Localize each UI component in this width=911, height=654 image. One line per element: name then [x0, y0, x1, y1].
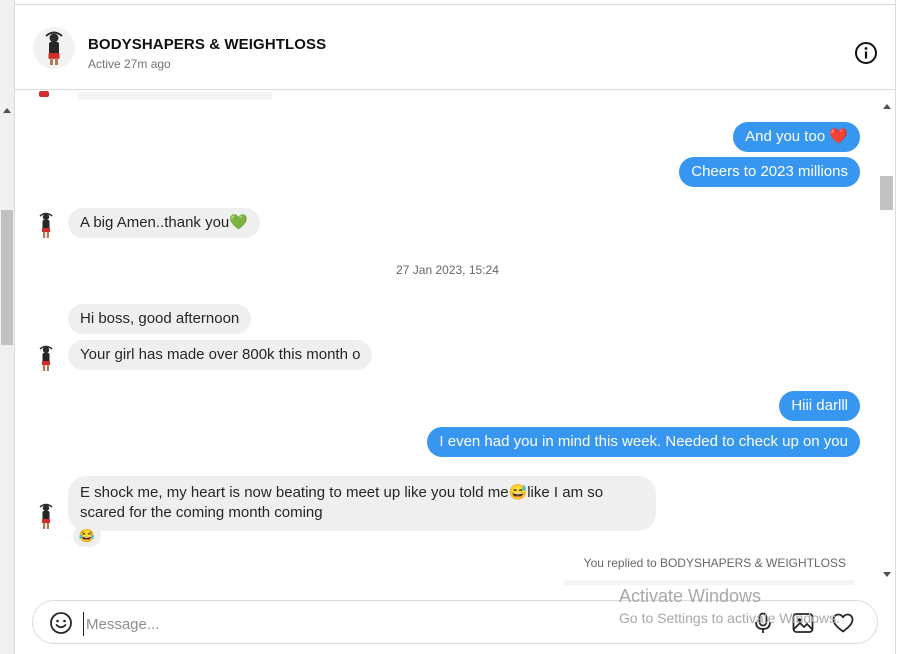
- info-icon[interactable]: [854, 41, 878, 65]
- sender-avatar[interactable]: [32, 344, 60, 372]
- reaction-badge[interactable]: 😂: [73, 525, 101, 547]
- active-status: Active 27m ago: [88, 57, 171, 71]
- message-bubble-outgoing[interactable]: I even had you in mind this week. Needed…: [427, 427, 860, 457]
- message-input[interactable]: [83, 612, 688, 636]
- partial-reply-bubble: [563, 580, 855, 585]
- message-bubble-outgoing[interactable]: And you too ❤️: [733, 122, 860, 152]
- right-window-edge: [895, 0, 911, 654]
- scroll-down-arrow-icon[interactable]: [883, 572, 891, 577]
- message-bubble-incoming[interactable]: A big Amen..thank you💚: [68, 208, 260, 238]
- heart-icon[interactable]: [831, 611, 855, 635]
- message-bubble-outgoing[interactable]: Cheers to 2023 millions: [679, 157, 860, 187]
- contact-name[interactable]: BODYSHAPERS & WEIGHTLOSS: [88, 36, 326, 53]
- message-bubble-incoming[interactable]: Your girl has made over 800k this month …: [68, 340, 373, 370]
- message-bubble-incoming[interactable]: E shock me, my heart is now beating to m…: [68, 476, 656, 531]
- message-composer: [32, 600, 878, 644]
- smiley-icon[interactable]: [49, 611, 73, 635]
- left-window-scrollbar[interactable]: [0, 0, 15, 654]
- scroll-thumb[interactable]: [1, 210, 13, 345]
- microphone-icon[interactable]: [751, 611, 775, 635]
- chat-header: BODYSHAPERS & WEIGHTLOSS Active 27m ago: [15, 5, 895, 90]
- partial-avatar: [37, 90, 51, 102]
- message-bubble-outgoing[interactable]: Hiii darlll: [779, 391, 860, 421]
- scroll-up-arrow-icon[interactable]: [883, 104, 891, 109]
- scroll-thumb[interactable]: [880, 176, 893, 210]
- message-timestamp: 27 Jan 2023, 15:24: [396, 263, 499, 277]
- replied-label: You replied to BODYSHAPERS & WEIGHTLOSS: [583, 556, 846, 570]
- contact-avatar[interactable]: [33, 27, 75, 69]
- scroll-up-arrow-icon[interactable]: [3, 108, 11, 113]
- message-list[interactable]: And you too ❤️ Cheers to 2023 millions A…: [15, 90, 880, 585]
- partial-message: [77, 92, 273, 100]
- image-icon[interactable]: [791, 611, 815, 635]
- sender-avatar[interactable]: [32, 502, 60, 530]
- message-scrollbar[interactable]: [880, 100, 895, 584]
- sender-avatar[interactable]: [32, 211, 60, 239]
- message-bubble-incoming[interactable]: Hi boss, good afternoon: [68, 304, 252, 334]
